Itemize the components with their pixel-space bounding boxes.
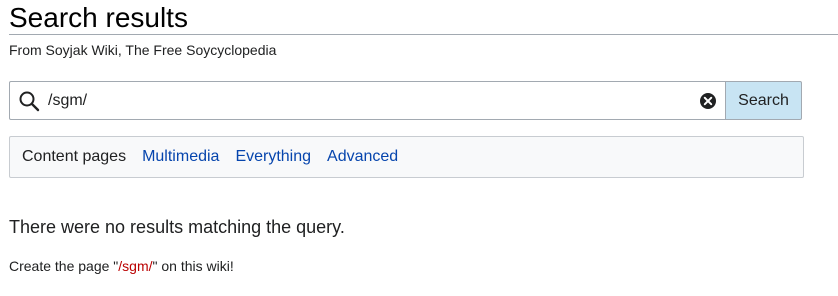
tab-everything[interactable]: Everything — [235, 148, 311, 166]
search-box[interactable] — [9, 81, 726, 120]
search-form: Search — [9, 81, 802, 120]
tab-advanced[interactable]: Advanced — [327, 148, 398, 166]
page-title: Search results — [9, 0, 838, 35]
create-page-line: Create the page "/sgm/" on this wiki! — [9, 256, 234, 276]
create-page-suffix: " on this wiki! — [152, 258, 234, 274]
clear-search-icon[interactable] — [699, 92, 717, 110]
search-results-page: Search results From Soyjak Wiki, The Fre… — [0, 0, 838, 296]
search-profile-tabs: Content pages Multimedia Everything Adva… — [9, 136, 804, 178]
search-input[interactable] — [48, 82, 688, 119]
no-results-message: There were no results matching the query… — [9, 217, 345, 237]
site-tagline: From Soyjak Wiki, The Free Soycyclopedia — [9, 42, 277, 58]
search-button[interactable]: Search — [725, 81, 802, 120]
tab-multimedia[interactable]: Multimedia — [142, 148, 219, 166]
search-icon — [19, 91, 40, 112]
create-page-prefix: Create the page " — [9, 258, 119, 274]
create-page-link[interactable]: /sgm/ — [118, 258, 152, 274]
tab-content-pages[interactable]: Content pages — [22, 148, 126, 166]
